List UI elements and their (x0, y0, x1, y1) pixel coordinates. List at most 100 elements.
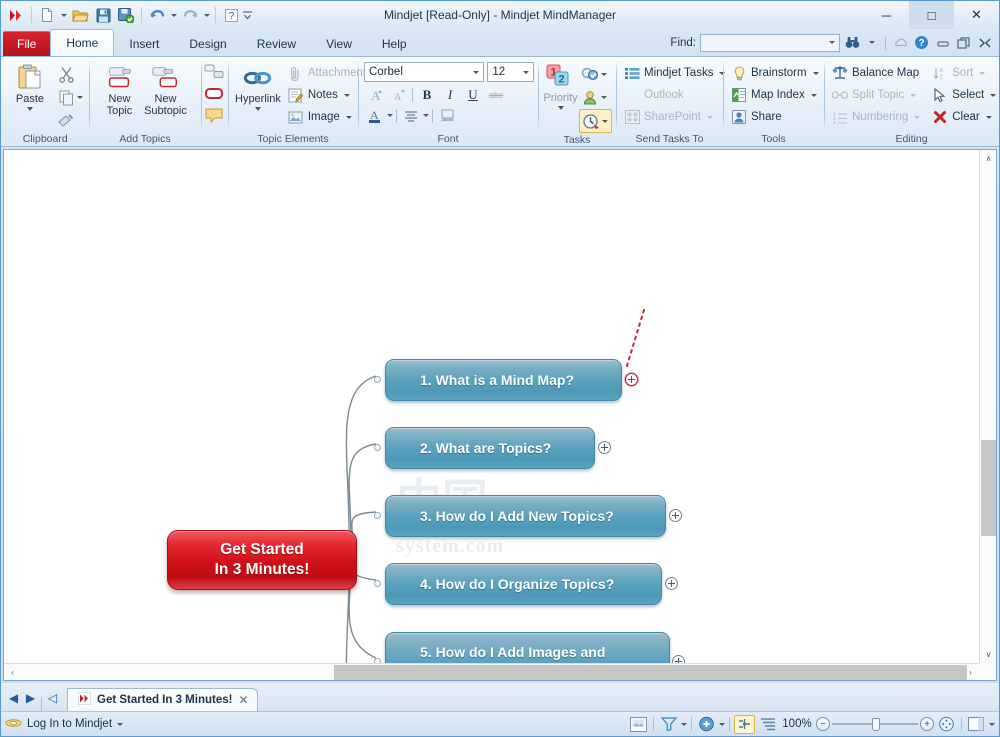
format-topic-button[interactable] (436, 105, 458, 126)
minimize-button[interactable]: ─ (864, 1, 909, 29)
topic-3[interactable]: 3. How do I Add New Topics? (385, 495, 666, 537)
customize-qat-icon[interactable] (243, 4, 252, 26)
ribbon-minimize-icon[interactable] (934, 33, 951, 52)
app-logo-icon[interactable] (5, 4, 27, 26)
map-index-dropdown-icon[interactable] (811, 94, 817, 97)
topic-2-expand-button[interactable] (598, 441, 611, 454)
tab-home[interactable]: Home (50, 29, 114, 56)
document-tab[interactable]: Get Started In 3 Minutes! ✕ (67, 688, 258, 711)
scroll-down-button[interactable]: ∨ (980, 646, 997, 663)
doc-first-button[interactable]: ◁ (44, 685, 61, 711)
topic-2[interactable]: 2. What are Topics? (385, 427, 595, 469)
save-icon[interactable] (92, 4, 114, 26)
resources-dropdown-icon[interactable] (601, 96, 607, 99)
balance-view-button[interactable] (734, 715, 755, 734)
close-document-icon[interactable] (976, 33, 993, 52)
priority-dropdown-icon[interactable] (558, 106, 564, 110)
font-size-combo[interactable]: 12 (487, 62, 534, 82)
sort-dropdown-icon[interactable] (979, 72, 985, 75)
balance-map-button[interactable]: Balance Map (828, 62, 924, 84)
shrink-font-button[interactable]: A (387, 84, 409, 105)
zoom-in-button[interactable]: + (920, 717, 934, 731)
vertical-scrollbar[interactable]: ∧ ∨ (979, 150, 996, 663)
maximize-button[interactable]: □ (909, 1, 954, 29)
document-tab-close-button[interactable]: ✕ (238, 693, 248, 707)
new-dropdown-icon[interactable] (59, 4, 68, 26)
zoom-slider-thumb[interactable] (872, 718, 880, 731)
help-icon[interactable]: ? (220, 4, 242, 26)
underline-button[interactable]: U (462, 84, 484, 105)
cloud-icon[interactable] (892, 33, 909, 52)
split-topic-dropdown-icon[interactable] (910, 94, 916, 97)
sharepoint-dropdown-icon[interactable] (707, 116, 713, 119)
redo-dropdown-icon[interactable] (202, 4, 211, 26)
topic-5-expand-button[interactable] (672, 655, 685, 663)
scroll-right-button[interactable]: › (962, 664, 979, 681)
task-panel-dropdown-icon[interactable] (989, 723, 995, 726)
copy-dropdown-icon[interactable] (77, 96, 83, 99)
sort-button[interactable]: AZ Sort (928, 62, 1000, 84)
restore-window-icon[interactable] (955, 33, 972, 52)
image-dropdown-icon[interactable] (346, 116, 352, 119)
view-mode-button[interactable] (628, 715, 649, 734)
map-index-button[interactable]: Map Index (727, 84, 821, 106)
hyperlink-dropdown-icon[interactable] (255, 107, 261, 111)
horizontal-scroll-thumb[interactable] (334, 665, 967, 680)
focus-dropdown-icon[interactable] (719, 723, 725, 726)
zoom-slider[interactable] (832, 716, 918, 732)
numbering-dropdown-icon[interactable] (914, 116, 920, 119)
brainstorm-button[interactable]: Brainstorm (727, 62, 823, 84)
paste-dropdown-icon[interactable] (27, 107, 33, 111)
cut-icon[interactable] (55, 63, 77, 85)
strikethrough-button[interactable]: abc (485, 84, 507, 105)
split-topic-button[interactable]: Split Topic (828, 84, 924, 106)
callout-icon[interactable] (203, 104, 225, 126)
grow-font-button[interactable]: A (364, 84, 386, 105)
map-canvas[interactable]: 中国 system.com Get Started In 3 Minutes! (4, 150, 979, 663)
topic-5[interactable]: 5. How do I Add Images and Documents? (385, 632, 670, 663)
clear-dropdown-icon[interactable] (986, 116, 992, 119)
due-date-dropdown-icon[interactable] (602, 120, 608, 123)
topic-4-expand-button[interactable] (665, 577, 678, 590)
brainstorm-dropdown-icon[interactable] (813, 72, 819, 75)
tab-file[interactable]: File (3, 31, 50, 56)
font-color-dropdown-icon[interactable] (387, 114, 393, 117)
find-binoculars-icon[interactable] (844, 33, 861, 52)
doc-prev-button[interactable]: ◀ (5, 685, 22, 711)
tab-insert[interactable]: Insert (114, 31, 174, 56)
scroll-left-button[interactable]: ‹ (4, 664, 21, 681)
due-date-icon[interactable] (580, 110, 602, 132)
boundary-icon[interactable] (203, 82, 225, 104)
select-button[interactable]: Select (928, 84, 1000, 106)
outline-view-button[interactable] (757, 715, 778, 734)
help-question-icon[interactable]: ? (913, 33, 930, 52)
font-name-combo[interactable]: Corbel (364, 62, 484, 82)
clear-button[interactable]: Clear (928, 106, 1000, 128)
paste-button[interactable]: Paste (5, 61, 55, 113)
undo-dropdown-icon[interactable] (169, 4, 178, 26)
login-dropdown-icon[interactable] (117, 723, 123, 726)
resources-icon[interactable] (579, 86, 601, 108)
share-button[interactable]: Share (727, 106, 786, 128)
font-color-button[interactable]: A (364, 105, 386, 126)
tab-view[interactable]: View (311, 31, 367, 56)
doc-next-button[interactable]: ▶ (22, 685, 39, 711)
progress-icon[interactable] (579, 63, 601, 85)
open-icon[interactable] (69, 4, 91, 26)
numbering-button[interactable]: 123 Numbering (828, 106, 924, 128)
central-topic[interactable]: Get Started In 3 Minutes! (167, 530, 357, 590)
sharepoint-button[interactable]: SharePoint (620, 106, 717, 128)
redo-icon[interactable] (179, 4, 201, 26)
outlook-button[interactable]: Outlook (620, 84, 688, 106)
filter-dropdown-icon[interactable] (681, 723, 687, 726)
undo-icon[interactable] (146, 4, 168, 26)
close-button[interactable]: ✕ (954, 1, 999, 29)
find-options-dropdown-icon[interactable] (865, 41, 879, 44)
align-button[interactable] (400, 105, 422, 126)
vertical-scroll-thumb[interactable] (981, 440, 996, 536)
save-upload-icon[interactable] (115, 4, 137, 26)
fit-map-button[interactable] (936, 715, 957, 734)
focus-button[interactable] (696, 715, 717, 734)
new-subtopic-button[interactable]: NewSubtopic (136, 61, 194, 119)
topic-1-expand-button[interactable] (625, 373, 638, 386)
